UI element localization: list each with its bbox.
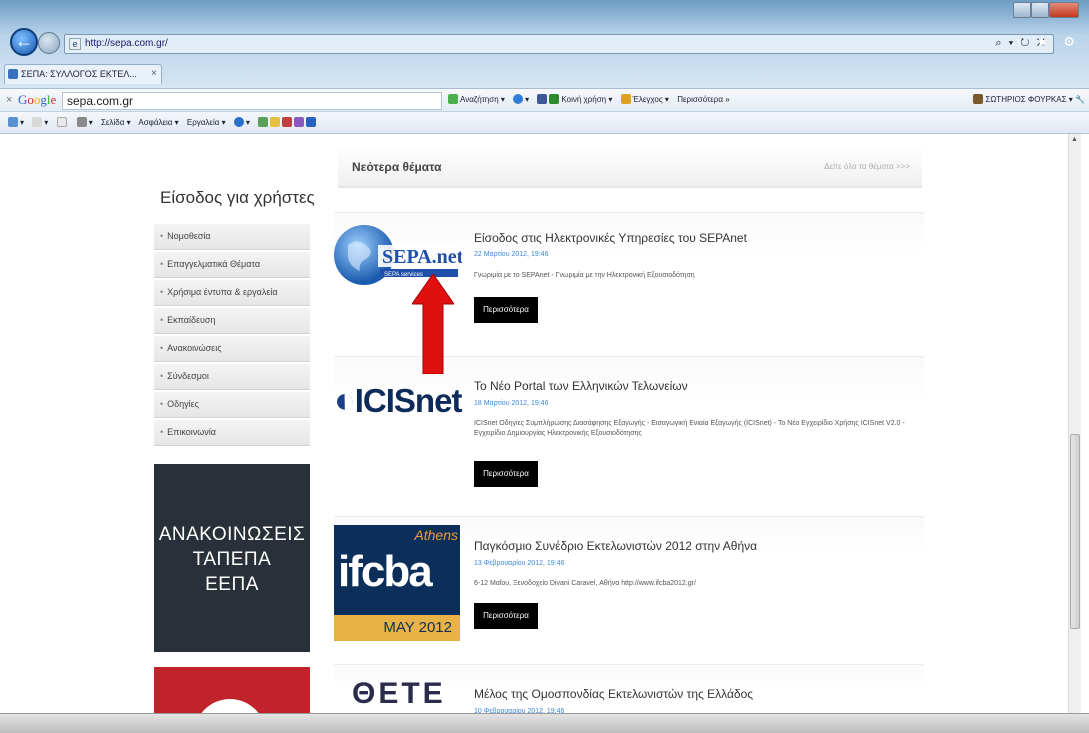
- sidebar-item-links[interactable]: • Σύνδεσμοι: [154, 364, 310, 390]
- sidebar-item-professional-issues[interactable]: • Επαγγελματικά Θέματα: [154, 252, 310, 278]
- wrench-icon[interactable]: 🔧: [1075, 95, 1085, 104]
- google-logo: Google: [18, 92, 57, 107]
- browser-tab[interactable]: ΣΕΠΑ: ΣΥΛΛΟΓΟΣ ΕΚΤΕΛ... ×: [4, 64, 162, 84]
- ifcba-date: MAY 2012: [334, 615, 460, 641]
- address-bar[interactable]: e http://sepa.com.gr/ ⌕ ▾ ↻ ✕: [64, 34, 1054, 54]
- user-name: ΣΩΤΗΡΙΟΣ ΦΟΥΡΚΑΣ ▾: [985, 95, 1073, 104]
- more-button[interactable]: Περισσότερα: [474, 461, 538, 487]
- news-description: 6-12 Μαΐου, Ξενοδοχείο Divani Caravel, Α…: [474, 580, 696, 587]
- red-arrow-annotation: [412, 274, 454, 374]
- share-button[interactable]: Κοινή χρήση ▾: [537, 94, 612, 104]
- news-title[interactable]: Μέλος της Ομοσπονδίας Εκτελωνιστών της Ε…: [474, 687, 753, 701]
- svg-text:SEPA.net: SEPA.net: [382, 246, 462, 268]
- forward-button[interactable]: [38, 32, 60, 54]
- news-date: 22 Μαρτίου 2012, 19:46: [474, 251, 549, 258]
- back-button[interactable]: ←: [10, 28, 38, 56]
- more-button[interactable]: Περισσότερα: [474, 297, 538, 323]
- news-date: 18 Μαρτίου 2012, 19:46: [474, 400, 549, 407]
- banner-line: ΑΝΑΚΟΙΝΩΣΕΙΣ: [158, 524, 306, 545]
- scrollbar-thumb[interactable]: [1070, 434, 1080, 629]
- news-description: Γνωριμία με το SEPAnet - Γνωριμία με την…: [474, 272, 695, 279]
- google-toolbar: × Google Αναζήτηση ▾ ▾ Κοινή χρήση ▾ Έλε…: [0, 88, 1089, 112]
- ifcba-city: Athens: [414, 527, 458, 543]
- help-icon[interactable]: ▾: [233, 117, 250, 127]
- news-title[interactable]: Το Νέο Portal των Ελληνικών Τελωνείων: [474, 379, 688, 393]
- close-window-button[interactable]: [1049, 2, 1079, 18]
- login-title: Είσοδος για χρήστες: [160, 188, 315, 207]
- bookmark-icon[interactable]: ▾: [513, 94, 529, 104]
- command-bar-items: ▾ ▾ ▾ Σελίδα ▾ Ασφάλεια ▾ Εργαλεία ▾ ▾: [8, 117, 324, 127]
- window-bottom-edge: [0, 713, 1089, 733]
- tab-favicon-icon: [8, 69, 18, 79]
- more-button[interactable]: Περισσότερα »: [677, 95, 729, 104]
- addon-icons[interactable]: [258, 117, 318, 127]
- sidebar-item-useful-forms[interactable]: • Χρήσιμα έντυπα & εργαλεία: [154, 280, 310, 306]
- safety-menu[interactable]: Ασφάλεια ▾: [138, 118, 178, 127]
- page-icon: e: [69, 38, 81, 50]
- news-date: 13 Φεβρουαρίου 2012, 19:46: [474, 560, 565, 567]
- sidebar-item-announcements[interactable]: • Ανακοινώσεις: [154, 336, 310, 362]
- google-toolbar-items: Αναζήτηση ▾ ▾ Κοινή χρήση ▾ Έλεγχος ▾ Πε…: [448, 94, 736, 104]
- tab-close-icon[interactable]: ×: [151, 68, 157, 79]
- banner-line: ΤΑΠΕΠΑ: [192, 549, 272, 570]
- tools-menu[interactable]: Εργαλεία ▾: [187, 118, 226, 127]
- sidebar-item-legislation[interactable]: • Νομοθεσία: [154, 224, 310, 250]
- icisnet-logo-text: ◐ICISnet: [334, 379, 462, 420]
- news-header: Νεότερα θέματα Δείτε όλα τα θέματα >>>: [338, 144, 922, 188]
- ifcba-logo-graphic: Athens ifcba MAY 2012: [334, 525, 460, 641]
- home-favorites-tools-icons[interactable]: ⌂ ★ ⚙: [1013, 34, 1081, 50]
- minimize-button[interactable]: [1013, 2, 1031, 18]
- news-item: Athens ifcba MAY 2012 Παγκόσμιο Συνέδριο…: [334, 516, 924, 646]
- news-title[interactable]: Είσοδος στις Ηλεκτρονικές Υπηρεσίες του …: [474, 231, 747, 245]
- news-title[interactable]: Παγκόσμιο Συνέδριο Εκτελωνιστών 2012 στη…: [474, 539, 757, 553]
- google-search-input[interactable]: [62, 92, 442, 110]
- news-header-title: Νεότερα θέματα: [352, 160, 442, 174]
- banner-line: ΕΕΠΑ: [205, 574, 259, 595]
- command-bar: ▾ ▾ ▾ Σελίδα ▾ Ασφάλεια ▾ Εργαλεία ▾ ▾: [0, 112, 1089, 134]
- ifcba-word: ifcba: [338, 547, 433, 596]
- scroll-up-arrow-icon[interactable]: ▲: [1071, 136, 1078, 143]
- sidebar-item-guides[interactable]: • Οδηγίες: [154, 392, 310, 418]
- browser-frame: ← e http://sepa.com.gr/ ⌕ ▾ ↻ ✕ ⌂ ★ ⚙ ΣΕ…: [0, 0, 1089, 88]
- print-icon[interactable]: ▾: [76, 117, 93, 127]
- feeds-icon[interactable]: ▾: [32, 117, 48, 127]
- announcements-banner[interactable]: ΑΝΑΚΟΙΝΩΣΕΙΣ ΤΑΠΕΠΑ ΕΕΠΑ: [154, 464, 310, 652]
- tab-label: ΣΕΠΑ: ΣΥΛΛΟΓΟΣ ΕΚΤΕΛ...: [21, 69, 137, 79]
- mail-icon[interactable]: [56, 117, 69, 127]
- url-text[interactable]: http://sepa.com.gr/: [85, 38, 168, 49]
- check-button[interactable]: Έλεγχος ▾: [620, 94, 669, 104]
- sidebar-menu: • Νομοθεσία • Επαγγελματικά Θέματα • Χρήσιμ…: [154, 224, 310, 448]
- home-menu-icon[interactable]: ▾: [8, 117, 24, 127]
- vertical-scrollbar[interactable]: ▲: [1068, 134, 1081, 714]
- more-button[interactable]: Περισσότερα: [474, 603, 538, 629]
- sidebar-item-education[interactable]: • Εκπαίδευση: [154, 308, 310, 334]
- user-account[interactable]: ΣΩΤΗΡΙΟΣ ΦΟΥΡΚΑΣ ▾ 🔧: [973, 94, 1085, 104]
- toolbar-close-icon[interactable]: ×: [6, 94, 12, 106]
- page-menu[interactable]: Σελίδα ▾: [101, 118, 131, 127]
- window-controls: [1013, 2, 1083, 20]
- ifcba-logo[interactable]: Athens ifcba MAY 2012: [334, 525, 462, 641]
- see-all-link[interactable]: Δείτε όλα τα θέματα >>>: [824, 162, 910, 171]
- news-description: ICISnet Οδηγίες Συμπλήρωσης Διασάφησης Ε…: [474, 420, 905, 437]
- page-viewport: Είσοδος για χρήστες • Νομοθεσία • Επαγγελμ…: [0, 134, 1068, 733]
- search-button[interactable]: Αναζήτηση ▾: [448, 94, 505, 104]
- sidebar-item-contact[interactable]: • Επικοινωνία: [154, 420, 310, 446]
- news-item: ◐ICISnet Το Νέο Portal των Ελληνικών Τελ…: [334, 356, 924, 506]
- maximize-button[interactable]: [1031, 2, 1049, 18]
